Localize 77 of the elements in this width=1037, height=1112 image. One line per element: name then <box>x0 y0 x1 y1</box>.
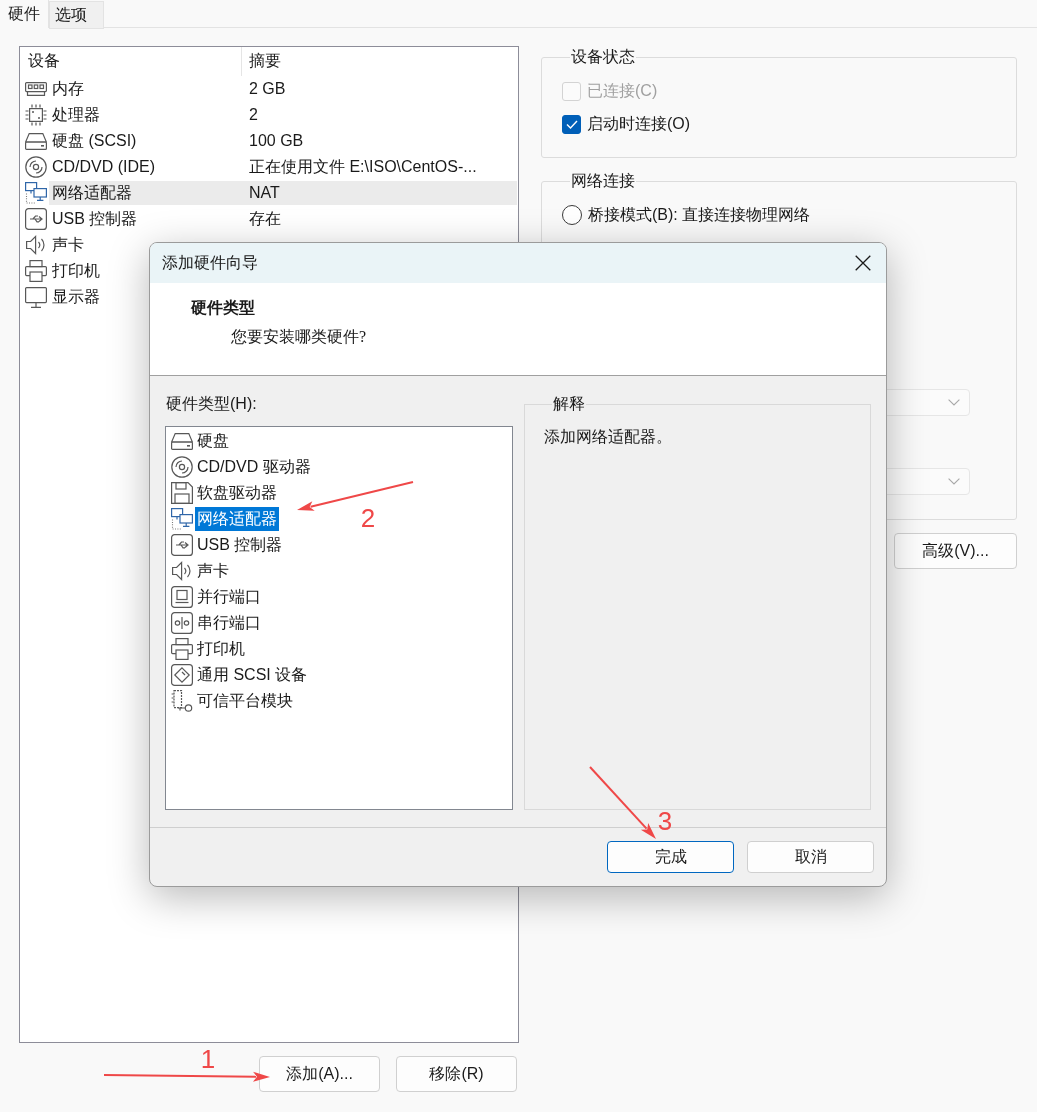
printer-icon <box>25 260 47 282</box>
radio-button[interactable] <box>562 205 582 225</box>
list-row[interactable]: 内存 2 GB <box>49 77 517 101</box>
chip-key-icon <box>171 690 193 712</box>
list-item[interactable]: 可信平台模块 <box>195 689 295 713</box>
device-name: 网络适配器 <box>52 183 132 201</box>
list-item[interactable]: 串行端口 <box>195 611 263 635</box>
list-row[interactable]: 网络适配器 NAT <box>49 181 517 205</box>
checkbox-label: 已连接(C) <box>587 81 658 101</box>
chip-icon <box>25 104 47 126</box>
serial-port-icon <box>171 612 193 634</box>
disc-icon <box>25 156 47 178</box>
check-icon <box>565 120 578 129</box>
device-name: 内存 <box>52 79 84 97</box>
usb-icon <box>25 208 47 230</box>
device-summary: 正在使用文件 E:\ISO\CentOS-... <box>249 157 477 175</box>
device-summary: 2 GB <box>249 80 286 97</box>
list-item[interactable]: 并行端口 <box>195 585 263 609</box>
printer-icon <box>171 638 193 660</box>
device-summary: 2 <box>249 106 258 123</box>
cancel-button[interactable]: 取消 <box>747 841 874 873</box>
list-item[interactable]: 打印机 <box>195 637 247 661</box>
group-title: 网络连接 <box>570 171 636 191</box>
radio-label: 桥接模式(B): 直接连接物理网络 <box>588 204 811 225</box>
column-header: 摘要 <box>249 51 281 71</box>
checkbox-label: 启动时连接(O) <box>587 114 691 134</box>
usb-icon <box>171 534 193 556</box>
group-title: 设备状态 <box>570 47 636 67</box>
dialog-title: 添加硬件向导 <box>162 252 259 273</box>
explanation-text: 添加网络适配器。 <box>544 427 673 447</box>
wizard-heading: 硬件类型 <box>191 298 256 318</box>
finish-button[interactable]: 完成 <box>607 841 734 873</box>
device-name: 处理器 <box>52 105 100 123</box>
list-item[interactable]: CD/DVD 驱动器 <box>195 455 313 479</box>
network-monitors-icon <box>25 182 47 204</box>
list-row[interactable]: 处理器 2 <box>49 103 517 127</box>
list-item[interactable]: 通用 SCSI 设备 <box>195 663 310 687</box>
hard-drive-icon <box>171 432 193 450</box>
chevron-down-icon <box>948 399 960 406</box>
device-name: 硬盘 (SCSI) <box>52 131 137 149</box>
step-number: 3 <box>657 806 673 836</box>
tab[interactable]: 选项 <box>49 1 104 29</box>
device-summary: 存在 <box>249 209 281 227</box>
column-header: 设备 <box>28 51 60 71</box>
parallel-port-icon <box>171 586 193 608</box>
device-name: 声卡 <box>52 235 84 253</box>
list-row[interactable]: USB 控制器 存在 <box>49 207 517 231</box>
chevron-down-icon <box>948 478 960 485</box>
speaker-icon <box>26 235 46 255</box>
close-icon <box>855 255 871 271</box>
device-name: USB 控制器 <box>52 209 138 227</box>
step-number: 1 <box>200 1044 216 1074</box>
list-item[interactable]: 网络适配器 <box>195 507 279 531</box>
group-title: 解释 <box>552 394 586 414</box>
device-name: CD/DVD (IDE) <box>52 158 156 175</box>
speaker-icon <box>172 561 192 581</box>
memory-module-icon <box>25 82 47 96</box>
checkbox[interactable] <box>562 115 581 134</box>
list-item[interactable]: USB 控制器 <box>195 533 285 557</box>
list-item[interactable]: 软盘驱动器 <box>195 481 279 505</box>
step-number: 2 <box>360 503 376 533</box>
network-monitors-icon <box>171 508 193 530</box>
list-row[interactable]: 硬盘 (SCSI) 100 GB <box>49 129 517 153</box>
list-item[interactable]: 硬盘 <box>195 429 231 453</box>
advanced-button[interactable]: 高级(V)... <box>894 533 1017 569</box>
hard-drive-icon <box>25 132 47 150</box>
diamond-icon <box>171 664 193 686</box>
monitor-icon <box>25 286 47 308</box>
list-row[interactable]: CD/DVD (IDE) 正在使用文件 E:\ISO\CentOS-... <box>49 155 517 179</box>
disc-icon <box>171 456 193 478</box>
remove-button[interactable]: 移除(R) <box>396 1056 517 1092</box>
wizard-subheading: 您要安装哪类硬件? <box>231 327 368 347</box>
list-label: 硬件类型(H): <box>165 394 258 414</box>
add-button[interactable]: 添加(A)... <box>259 1056 380 1092</box>
device-summary: 100 GB <box>249 132 304 149</box>
list-item[interactable]: 声卡 <box>195 559 231 583</box>
device-summary: NAT <box>249 184 280 201</box>
